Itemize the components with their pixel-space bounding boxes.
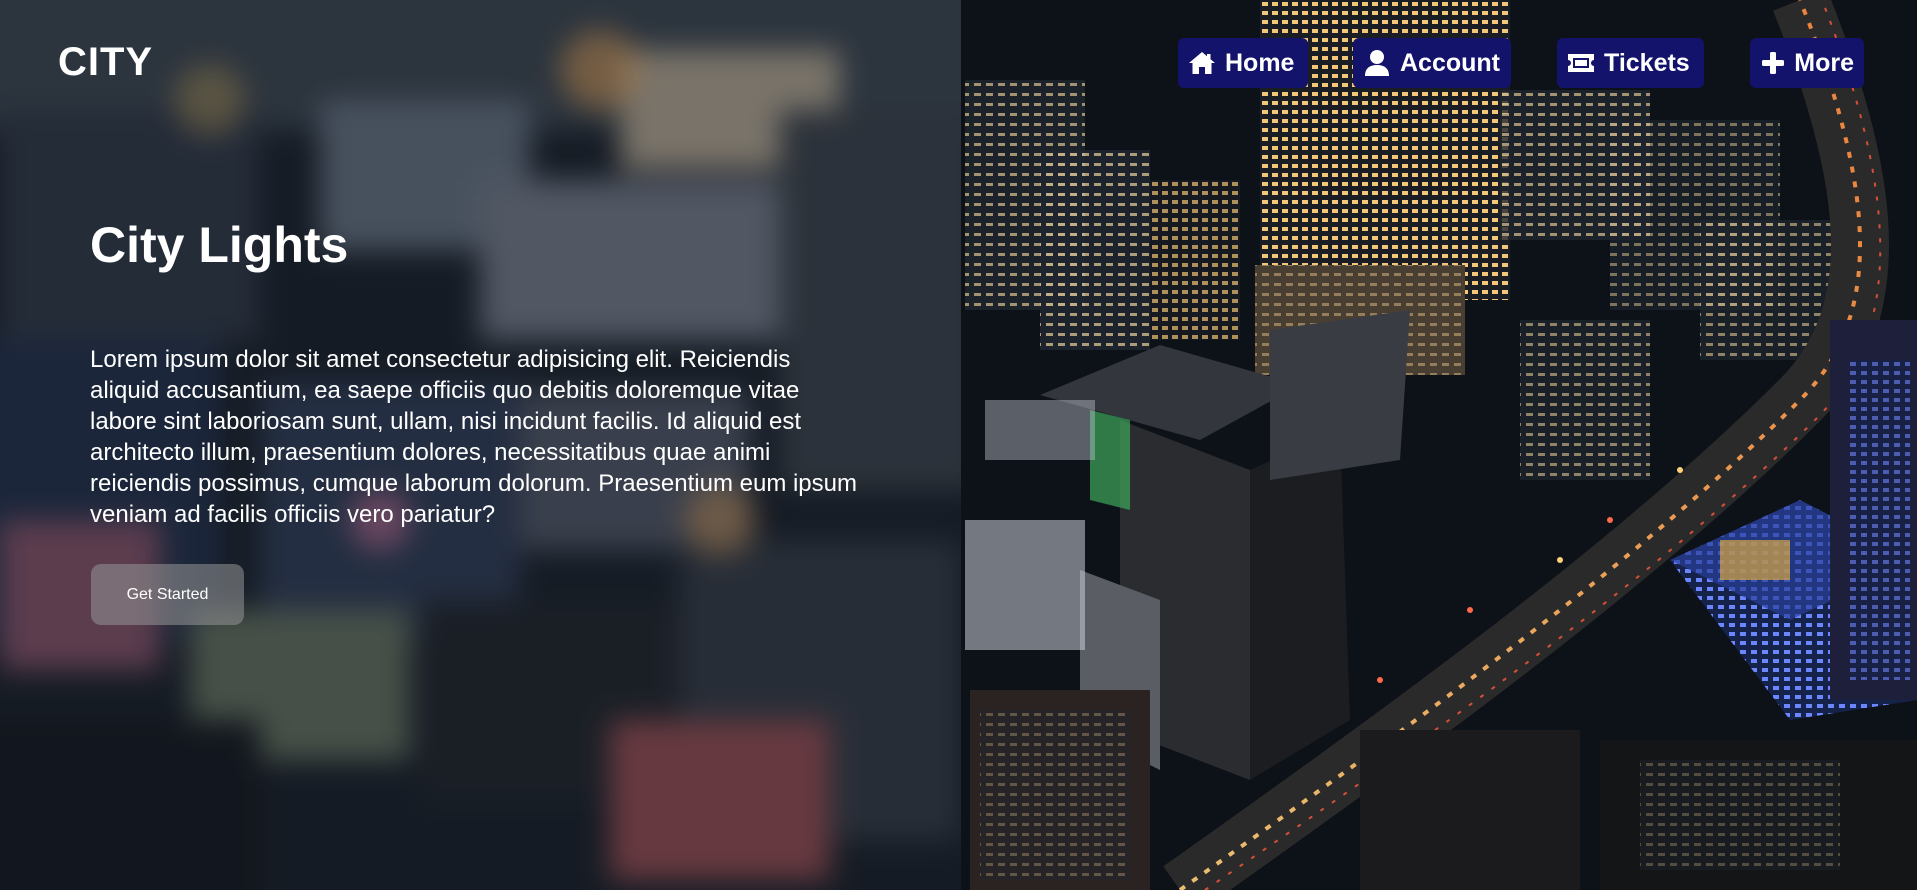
nav-item-label: Home bbox=[1225, 48, 1295, 77]
main-nav: Home Account Tickets More bbox=[0, 38, 1917, 88]
plus-icon bbox=[1759, 48, 1786, 78]
landing-page: CITY Home Account Tickets More City Ligh… bbox=[0, 0, 1917, 890]
nav-item-account[interactable]: Account bbox=[1353, 38, 1511, 88]
nav-item-home[interactable]: Home bbox=[1178, 38, 1308, 88]
user-icon bbox=[1362, 48, 1392, 78]
nav-item-label: Account bbox=[1400, 48, 1500, 77]
hero-title: City Lights bbox=[90, 217, 349, 273]
nav-item-label: More bbox=[1794, 48, 1854, 77]
hero-description: Lorem ipsum dolor sit amet consectetur a… bbox=[90, 346, 857, 528]
get-started-button[interactable]: Get Started bbox=[91, 564, 244, 625]
home-icon bbox=[1187, 48, 1217, 78]
ticket-icon bbox=[1566, 48, 1596, 78]
nav-item-label: Tickets bbox=[1604, 48, 1690, 77]
nav-item-more[interactable]: More bbox=[1750, 38, 1864, 88]
nav-item-tickets[interactable]: Tickets bbox=[1557, 38, 1704, 88]
